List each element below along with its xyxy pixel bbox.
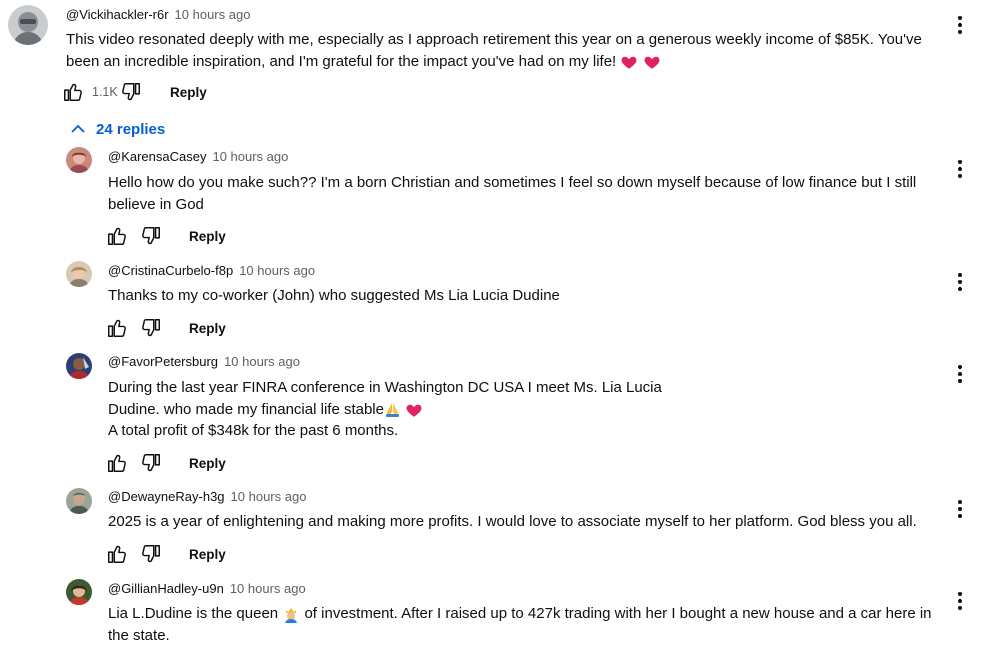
- comment-header: @Vickihackler-r6r 10 hours ago: [66, 7, 250, 22]
- avatar[interactable]: [66, 579, 92, 605]
- like-count: 1.1K: [92, 85, 118, 99]
- comment-header: @DewayneRay-h3g 10 hours ago: [108, 489, 306, 504]
- comment-header: @FavorPetersburg 10 hours ago: [108, 354, 300, 369]
- thumbs-up-icon[interactable]: [106, 317, 128, 339]
- comment-actions: Reply: [106, 316, 226, 340]
- comment-text: Hello how do you make such?? I'm a born …: [108, 174, 921, 213]
- author-name[interactable]: @KarensaCasey: [108, 149, 206, 164]
- thumbs-down-icon[interactable]: [140, 317, 162, 339]
- thumbs-up-icon[interactable]: [62, 81, 84, 103]
- comment-line: A total profit of $348k for the past 6 m…: [108, 422, 399, 439]
- woman-with-crown-emoji: [282, 605, 300, 624]
- folded-hands-emoji: [384, 401, 401, 418]
- comment-line: Dudine. who made my financial life stabl…: [108, 399, 938, 421]
- avatar[interactable]: [8, 5, 48, 45]
- chevron-up-icon: [71, 124, 85, 133]
- author-name[interactable]: @FavorPetersburg: [108, 354, 218, 369]
- avatar[interactable]: [66, 147, 92, 173]
- replies-count-label: 24 replies: [96, 120, 166, 138]
- comment-actions: Reply: [106, 451, 226, 475]
- comment-text: This video resonated deeply with me, esp…: [66, 31, 927, 71]
- reply-button[interactable]: Reply: [189, 321, 226, 336]
- thumbs-down-icon[interactable]: [120, 81, 142, 103]
- author-name[interactable]: @Vickihackler-r6r: [66, 7, 169, 22]
- more-vert-icon[interactable]: [957, 273, 963, 293]
- thumbs-down-icon[interactable]: [140, 543, 162, 565]
- thumbs-up-icon[interactable]: [106, 543, 128, 565]
- comment-text: Lia L.Dudine is the queen of investment.…: [108, 605, 936, 644]
- timestamp[interactable]: 10 hours ago: [224, 354, 300, 369]
- more-vert-icon[interactable]: [957, 365, 963, 385]
- timestamp[interactable]: 10 hours ago: [239, 263, 315, 278]
- red-heart-emoji: [405, 401, 423, 419]
- reply-button[interactable]: Reply: [189, 547, 226, 562]
- more-vert-icon[interactable]: [957, 160, 963, 180]
- timestamp[interactable]: 10 hours ago: [231, 489, 307, 504]
- comment-text: 2025 is a year of enlightening and makin…: [108, 513, 917, 530]
- avatar[interactable]: [66, 261, 92, 287]
- thumbs-down-icon[interactable]: [140, 452, 162, 474]
- more-vert-icon[interactable]: [957, 592, 963, 612]
- more-vert-icon[interactable]: [957, 500, 963, 520]
- reply-button[interactable]: Reply: [189, 229, 226, 244]
- comment-header: @GillianHadley-u9n 10 hours ago: [108, 581, 306, 596]
- author-name[interactable]: @CristinaCurbelo-f8p: [108, 263, 233, 278]
- replies-toggle-button[interactable]: 24 replies: [70, 118, 165, 140]
- red-heart-emoji: [643, 53, 661, 71]
- author-name[interactable]: @DewayneRay-h3g: [108, 489, 225, 504]
- avatar[interactable]: [66, 488, 92, 514]
- timestamp[interactable]: 10 hours ago: [175, 7, 251, 22]
- thumbs-down-icon[interactable]: [140, 225, 162, 247]
- timestamp[interactable]: 10 hours ago: [212, 149, 288, 164]
- comment-text: During the last year FINRA conference in…: [108, 377, 938, 442]
- comment-line: During the last year FINRA conference in…: [108, 379, 662, 396]
- thumbs-up-icon[interactable]: [106, 452, 128, 474]
- avatar[interactable]: [66, 353, 92, 379]
- timestamp[interactable]: 10 hours ago: [230, 581, 306, 596]
- thumbs-up-icon[interactable]: [106, 225, 128, 247]
- comment-actions: Reply: [106, 224, 226, 248]
- comment-actions: Reply: [106, 542, 226, 566]
- comment-actions: 1.1K Reply: [62, 80, 207, 104]
- red-heart-emoji: [620, 53, 638, 71]
- comment-text: Thanks to my co-worker (John) who sugges…: [108, 287, 560, 304]
- comment-header: @CristinaCurbelo-f8p 10 hours ago: [108, 263, 315, 278]
- comment-header: @KarensaCasey 10 hours ago: [108, 149, 288, 164]
- reply-button[interactable]: Reply: [189, 456, 226, 471]
- author-name[interactable]: @GillianHadley-u9n: [108, 581, 224, 596]
- reply-button[interactable]: Reply: [170, 85, 207, 100]
- more-vert-icon[interactable]: [957, 16, 963, 36]
